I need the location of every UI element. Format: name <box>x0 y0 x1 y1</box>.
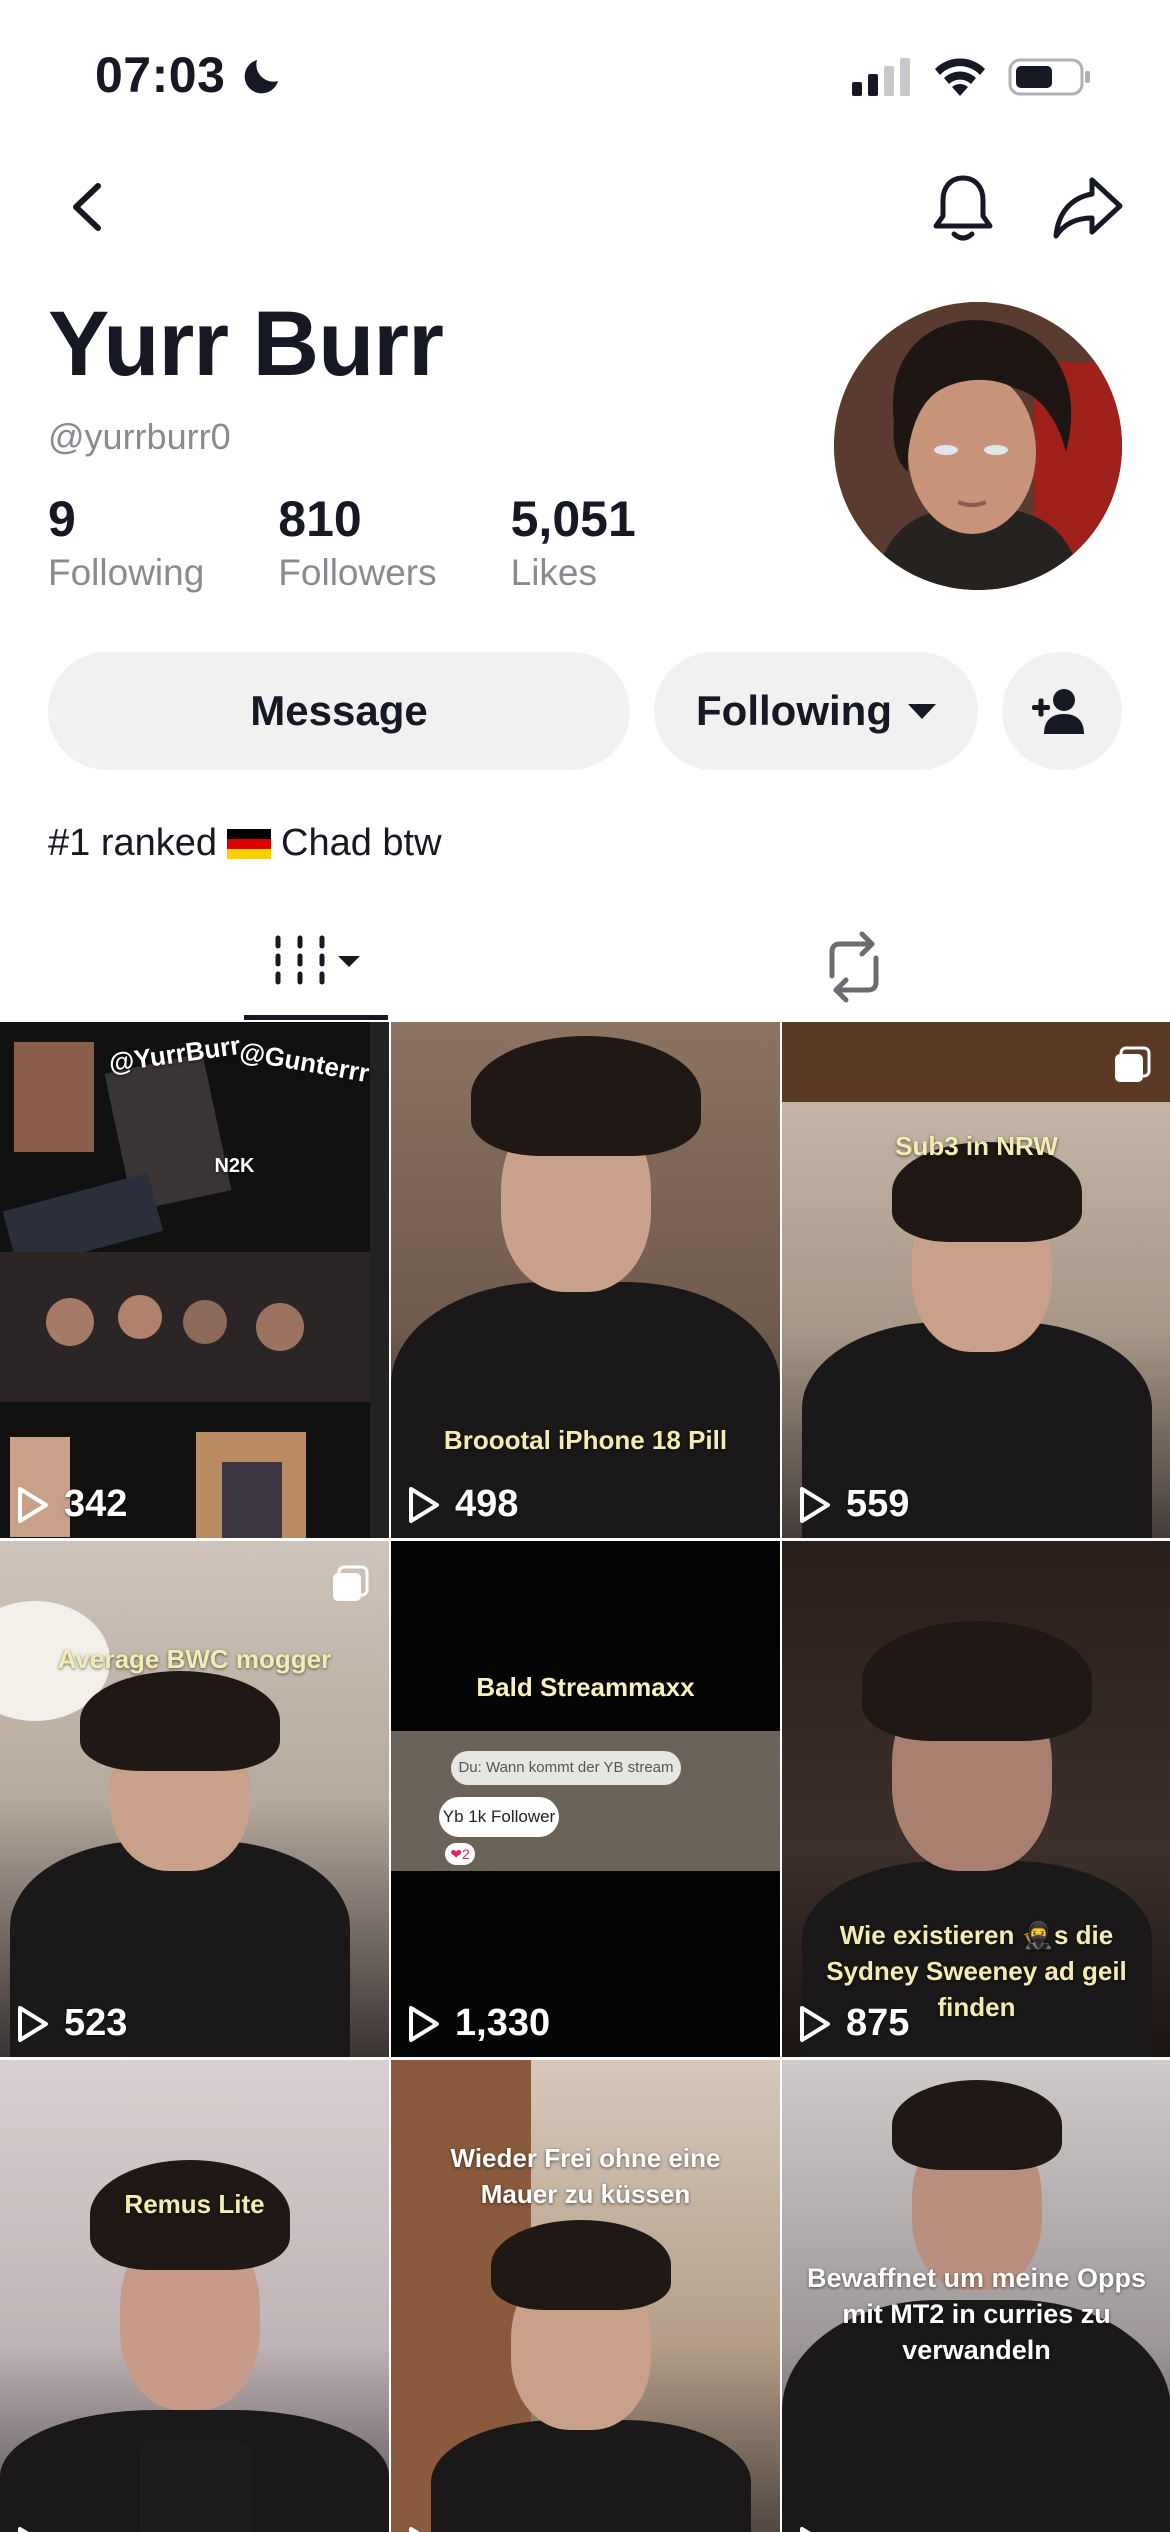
video-view-count: 875 <box>846 2002 910 2044</box>
video-grid-icon <box>275 935 360 985</box>
share-icon[interactable] <box>1050 172 1126 242</box>
video-thumbnail-hair <box>862 1621 1092 1741</box>
video-caption: Wieder Frei ohne eine Mauer zu küssen <box>450 2143 721 2209</box>
video-caption: Average BWC mogger <box>57 1644 332 1674</box>
video-play-count <box>798 2526 846 2532</box>
video-play-count: 342 <box>16 1483 127 1526</box>
tab-videos[interactable] <box>244 920 388 1020</box>
play-icon <box>409 1486 439 1523</box>
play-icon <box>409 2527 420 2532</box>
chat-bubble: Yb 1k Follower <box>439 1797 559 1837</box>
play-icon <box>800 2005 830 2042</box>
avatar-portrait <box>834 302 1122 590</box>
stat-likes-count: 5,051 <box>510 491 636 547</box>
video-thumbnail <box>0 1022 389 1538</box>
status-bar: 07:03 <box>0 0 1170 150</box>
video-tile[interactable]: Du: Wann kommt der YB stream Yb 1k Follo… <box>391 1541 780 2057</box>
play-icon <box>800 2527 811 2532</box>
stat-following[interactable]: 9 Following <box>48 490 204 598</box>
moon-icon <box>244 60 278 94</box>
video-thumbnail-hair <box>892 2080 1062 2170</box>
video-tile[interactable]: Bewaffnet um meine Opps mit MT2 in curri… <box>782 2060 1170 2532</box>
video-play-count: 523 <box>16 2002 127 2045</box>
video-view-count: 559 <box>846 1483 910 1525</box>
play-icon <box>18 2005 48 2042</box>
video-caption: Bald Streammaxx <box>476 1672 695 1702</box>
stat-likes[interactable]: 5,051 Likes <box>511 490 636 598</box>
video-thumbnail-jacket <box>431 2420 751 2532</box>
play-icon <box>800 1486 830 1523</box>
stat-followers-label: Followers <box>278 552 437 593</box>
germany-flag-icon <box>227 829 272 859</box>
profile-display-name: Yurr Burr <box>48 293 444 395</box>
status-time: 07:03 <box>95 47 226 103</box>
caret-down-icon <box>907 703 936 719</box>
video-tile[interactable]: Wie existieren 🥷s die Sydney Sweeney ad … <box>782 1541 1170 2057</box>
video-caption: Sub3 in NRW <box>895 1131 1058 1161</box>
stat-likes-label: Likes <box>510 552 598 593</box>
video-play-count <box>407 2526 455 2532</box>
person-plus-icon <box>1032 689 1084 734</box>
heart-reaction-count: 2 <box>461 1846 470 1862</box>
video-tile[interactable]: Remus Lite <box>0 2060 389 2532</box>
heart-reaction: ❤2 <box>445 1843 475 1865</box>
stat-following-label: Following <box>48 552 205 593</box>
profile-bio: #1 ranked Chad btw <box>48 822 442 865</box>
tab-active-indicator <box>244 1015 388 1020</box>
video-view-count: 523 <box>64 2002 128 2044</box>
bio-text-end: Chad btw <box>281 822 442 864</box>
wifi-icon <box>935 58 985 96</box>
bell-icon[interactable] <box>928 170 998 246</box>
video-caption: Bewaffnet um meine Opps mit MT2 in curri… <box>806 2263 1147 2365</box>
video-caption: Broootal iPhone 18 Pill <box>443 1425 728 1455</box>
following-button-label: Following <box>696 687 892 734</box>
video-tile[interactable]: Sub3 in NRW 559 <box>782 1022 1170 1538</box>
video-play-count: 1,330 <box>407 2002 550 2045</box>
photo-carousel-icon <box>333 1565 369 1601</box>
back-chevron-icon[interactable] <box>58 174 118 240</box>
video-caption: Remus Lite <box>124 2189 265 2219</box>
profile-tabs <box>0 920 1170 1020</box>
video-play-count: 559 <box>798 1483 909 1526</box>
battery-icon <box>1008 58 1090 96</box>
video-view-count: 498 <box>455 1483 519 1525</box>
video-grid: @YurrBurr @Gunterrr N2K 342 Broootal iPh… <box>0 1022 1170 2532</box>
profile-username: @yurrburr0 <box>48 416 231 457</box>
following-dropdown-button[interactable]: Following <box>654 652 978 770</box>
video-play-count: 498 <box>407 1483 518 1526</box>
play-icon <box>409 2005 439 2042</box>
stat-followers[interactable]: 810 Followers <box>278 490 436 598</box>
play-icon <box>18 1486 48 1523</box>
video-play-count: 875 <box>798 2002 909 2045</box>
video-play-count <box>16 2526 64 2532</box>
message-button[interactable]: Message <box>48 652 630 770</box>
chat-bubble: Du: Wann kommt der YB stream <box>451 1751 681 1785</box>
profile-avatar[interactable] <box>834 302 1122 590</box>
video-view-count: 342 <box>64 1483 128 1525</box>
video-tile[interactable]: Wieder Frei ohne eine Mauer zu küssen <box>391 2060 780 2532</box>
message-button-label: Message <box>250 687 428 734</box>
tab-reposts[interactable] <box>812 920 896 1020</box>
video-thumbnail-hair <box>491 2220 671 2310</box>
add-friend-button[interactable] <box>1002 652 1122 770</box>
repost-icon <box>829 931 879 1003</box>
photo-carousel-icon <box>1115 1046 1151 1082</box>
video-thumbnail-hair <box>80 1671 280 1771</box>
stat-following-count: 9 <box>48 491 76 547</box>
video-tile[interactable]: @YurrBurr @Gunterrr N2K 342 <box>0 1022 389 1538</box>
video-thumbnail-hair <box>471 1036 701 1156</box>
video-overlay-text: N2K <box>214 1155 255 1177</box>
profile-stats: 9 Following 810 Followers 5,051 Likes <box>48 490 710 598</box>
video-view-count: 1,330 <box>455 2002 551 2044</box>
bio-text-start: #1 ranked <box>48 822 218 864</box>
play-icon <box>18 2527 29 2532</box>
cellular-signal-icon <box>852 58 910 96</box>
phone-in-hand <box>140 2440 250 2532</box>
video-tile[interactable]: Average BWC mogger 523 <box>0 1541 389 2057</box>
stat-followers-count: 810 <box>278 491 362 547</box>
video-tile[interactable]: Broootal iPhone 18 Pill 498 <box>391 1022 780 1538</box>
